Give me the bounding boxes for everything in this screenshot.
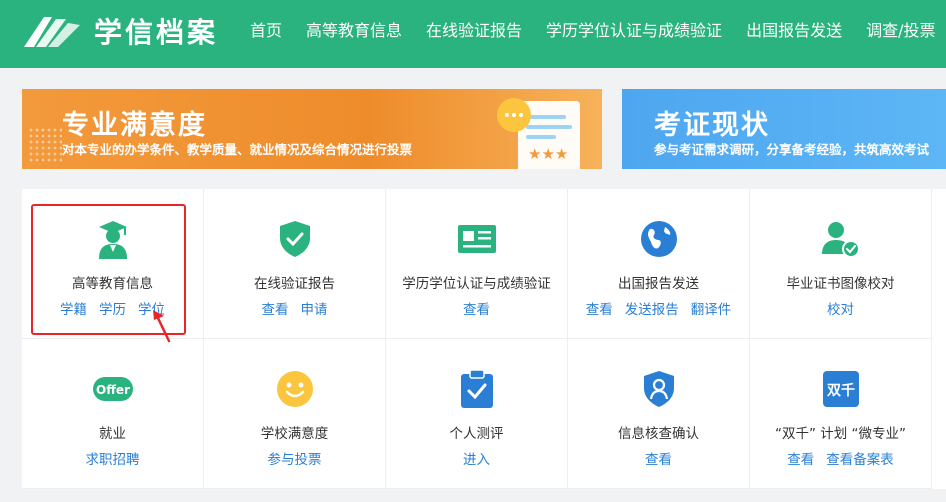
link-enter[interactable]: 进入 xyxy=(463,452,490,468)
banner-exam-status[interactable]: 考证现状 参与考证需求调研，分享备考经验，共筑高效考试 xyxy=(622,89,946,169)
link-view-filing[interactable]: 查看备案表 xyxy=(826,452,894,468)
arrow-annotation-icon xyxy=(153,310,171,343)
smiley-icon xyxy=(276,371,313,407)
service-title: 个人测评 xyxy=(449,426,504,442)
globe-icon xyxy=(640,221,677,257)
logo[interactable]: 学信档案 xyxy=(22,9,218,53)
svg-text:★★★: ★★★ xyxy=(528,145,568,163)
logo-text: 学信档案 xyxy=(94,16,219,49)
service-title: “双千” 计划 “微专业” xyxy=(774,426,907,442)
service-title: 在线验证报告 xyxy=(254,276,335,292)
banner-dots-decoration xyxy=(28,127,62,163)
user-shield-icon xyxy=(643,371,674,407)
top-header: 学信档案 首页 高等教育信息 在线验证报告 学历学位认证与成绩验证 出国报告发送… xyxy=(0,0,946,68)
link-view[interactable]: 查看 xyxy=(463,302,490,318)
rating-card-icon: ★★★ xyxy=(497,98,580,169)
nav-higher-education[interactable]: 高等教育信息 xyxy=(306,17,402,41)
nav-survey[interactable]: 调查/投票 xyxy=(866,17,935,41)
service-title: 出国报告发送 xyxy=(618,276,699,292)
banner-title: 专业满意度 xyxy=(62,110,207,141)
banner-major-satisfaction[interactable]: 专业满意度 对本专业的办学条件、教学质量、就业情况及综合情况进行投票 ★★★ xyxy=(22,89,602,169)
offer-icon-text: Offer xyxy=(96,383,130,397)
clipboard-check-icon xyxy=(460,369,493,408)
service-personal-assessment: 个人测评 进入 xyxy=(386,339,568,489)
link-send-report[interactable]: 发送报告 xyxy=(625,302,679,318)
service-abroad-report: 出国报告发送 查看 发送报告 翻译件 xyxy=(568,189,750,339)
banner-subtitle: 对本专业的办学条件、教学质量、就业情况及综合情况进行投票 xyxy=(62,142,413,157)
link-translation[interactable]: 翻译件 xyxy=(691,302,732,318)
service-info-verification: 信息核查确认 查看 xyxy=(568,339,750,489)
shuangqian-icon: 双千 xyxy=(822,371,859,407)
link-apply[interactable]: 申请 xyxy=(301,302,328,318)
link-vote[interactable]: 参与投票 xyxy=(268,452,322,468)
banner-title: 考证现状 xyxy=(654,110,770,141)
link-view[interactable]: 查看 xyxy=(586,302,613,318)
service-title: 学校满意度 xyxy=(260,426,329,442)
link-job-search[interactable]: 求职招聘 xyxy=(86,452,140,468)
service-diploma-image-check: 毕业证书图像校对 校对 xyxy=(750,189,932,339)
nav-abroad-report[interactable]: 出国报告发送 xyxy=(746,17,842,41)
shield-check-icon xyxy=(279,221,310,257)
link-check[interactable]: 校对 xyxy=(827,302,854,318)
service-online-report: 在线验证报告 查看 申请 xyxy=(204,189,386,339)
main-nav: 首页 高等教育信息 在线验证报告 学历学位认证与成绩验证 出国报告发送 调查/投… xyxy=(250,0,946,58)
service-title: 信息核查确认 xyxy=(618,426,699,442)
service-employment: Offer 就业 求职招聘 xyxy=(22,339,204,489)
nav-certification[interactable]: 学历学位认证与成绩验证 xyxy=(546,17,722,41)
offer-icon: Offer xyxy=(92,377,133,401)
banner-subtitle: 参与考证需求调研，分享备考经验，共筑高效考试 xyxy=(654,142,930,157)
service-title: 就业 xyxy=(99,426,126,442)
nav-home[interactable]: 首页 xyxy=(250,17,282,41)
shuangqian-icon-text: 双千 xyxy=(827,382,855,399)
nav-online-report[interactable]: 在线验证报告 xyxy=(426,17,522,41)
certificate-card-icon xyxy=(457,225,496,253)
service-school-satisfaction: 学校满意度 参与投票 xyxy=(204,339,386,489)
link-view[interactable]: 查看 xyxy=(645,452,672,468)
service-title: 学历学位认证与成绩验证 xyxy=(402,276,551,292)
service-title: 毕业证书图像校对 xyxy=(786,276,895,292)
service-certification: 学历学位认证与成绩验证 查看 xyxy=(386,189,568,339)
link-view[interactable]: 查看 xyxy=(262,302,289,318)
link-view[interactable]: 查看 xyxy=(787,452,814,468)
logo-book-icon xyxy=(24,17,80,47)
service-shuangqian-plan: 双千 “双千” 计划 “微专业” 查看 查看备案表 xyxy=(750,339,932,489)
user-check-icon xyxy=(821,222,860,258)
